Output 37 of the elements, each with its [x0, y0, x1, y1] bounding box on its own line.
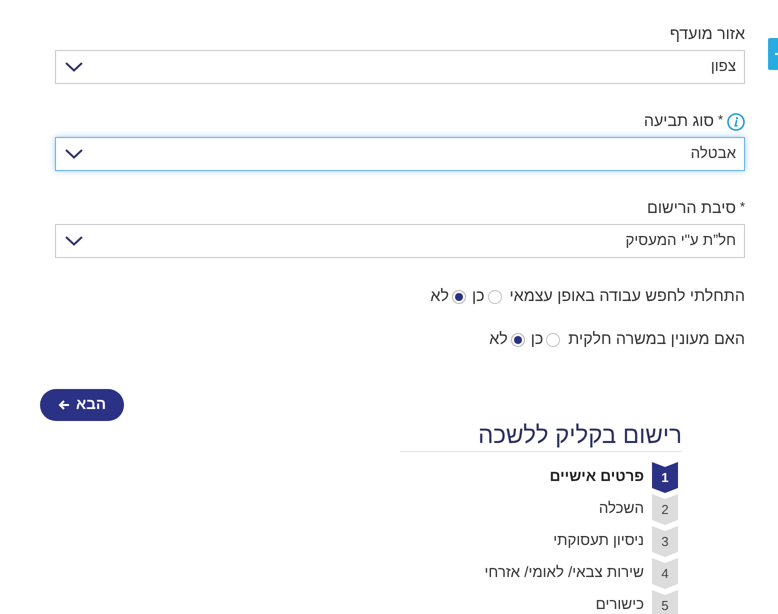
- dropdown-field[interactable]: צפון: [55, 50, 745, 84]
- field-label: אזור מועדף: [670, 25, 745, 45]
- next-button[interactable]: הבא: [40, 389, 124, 421]
- option-label[interactable]: כן: [530, 328, 544, 352]
- radio-button[interactable]: [452, 290, 466, 304]
- radio-button[interactable]: [546, 333, 560, 347]
- step-label[interactable]: כישורים: [596, 594, 644, 614]
- panel-title: רישום בקליק ללשכה: [400, 423, 682, 452]
- step-label[interactable]: פרטים אישיים: [550, 466, 644, 489]
- required-asterisk: *: [718, 113, 723, 127]
- field-label: סוג תביעה: [644, 112, 714, 132]
- step-label[interactable]: שירות צבאי/ לאומי/ אזרחי: [484, 562, 644, 585]
- option-label[interactable]: לא: [489, 328, 508, 352]
- dash-icon: [775, 53, 778, 55]
- step-label[interactable]: ניסיון תעסוקתי: [553, 530, 644, 553]
- step-number: 3: [652, 526, 678, 557]
- required-asterisk: *: [740, 200, 745, 214]
- step-number: 5: [652, 590, 678, 614]
- chevron-down-icon: [65, 62, 83, 72]
- step-number: 1: [652, 462, 678, 493]
- dropdown-field[interactable]: חל”ת ע"י המעסיק: [55, 224, 745, 258]
- question-label: התחלתי לחפש עבודה באופן עצמאי: [510, 287, 745, 307]
- chevron-down-icon: [65, 236, 83, 246]
- info-icon[interactable]: [727, 113, 745, 131]
- chevron-down-icon: [65, 149, 83, 159]
- arrow-left-icon: [58, 399, 70, 411]
- option-label[interactable]: לא: [430, 285, 449, 309]
- side-tab[interactable]: [768, 38, 778, 70]
- dropdown-field[interactable]: אבטלה: [55, 137, 745, 171]
- step-label[interactable]: השכלה: [598, 498, 644, 521]
- step-number: 4: [652, 558, 678, 589]
- step-number: 2: [652, 494, 678, 525]
- question-label: האם מעונין במשרה חלקית: [568, 330, 745, 350]
- option-label[interactable]: כן: [472, 285, 485, 309]
- radio-button[interactable]: [488, 290, 502, 304]
- field-label: סיבת הרישום: [647, 199, 736, 219]
- radio-button[interactable]: [510, 333, 525, 347]
